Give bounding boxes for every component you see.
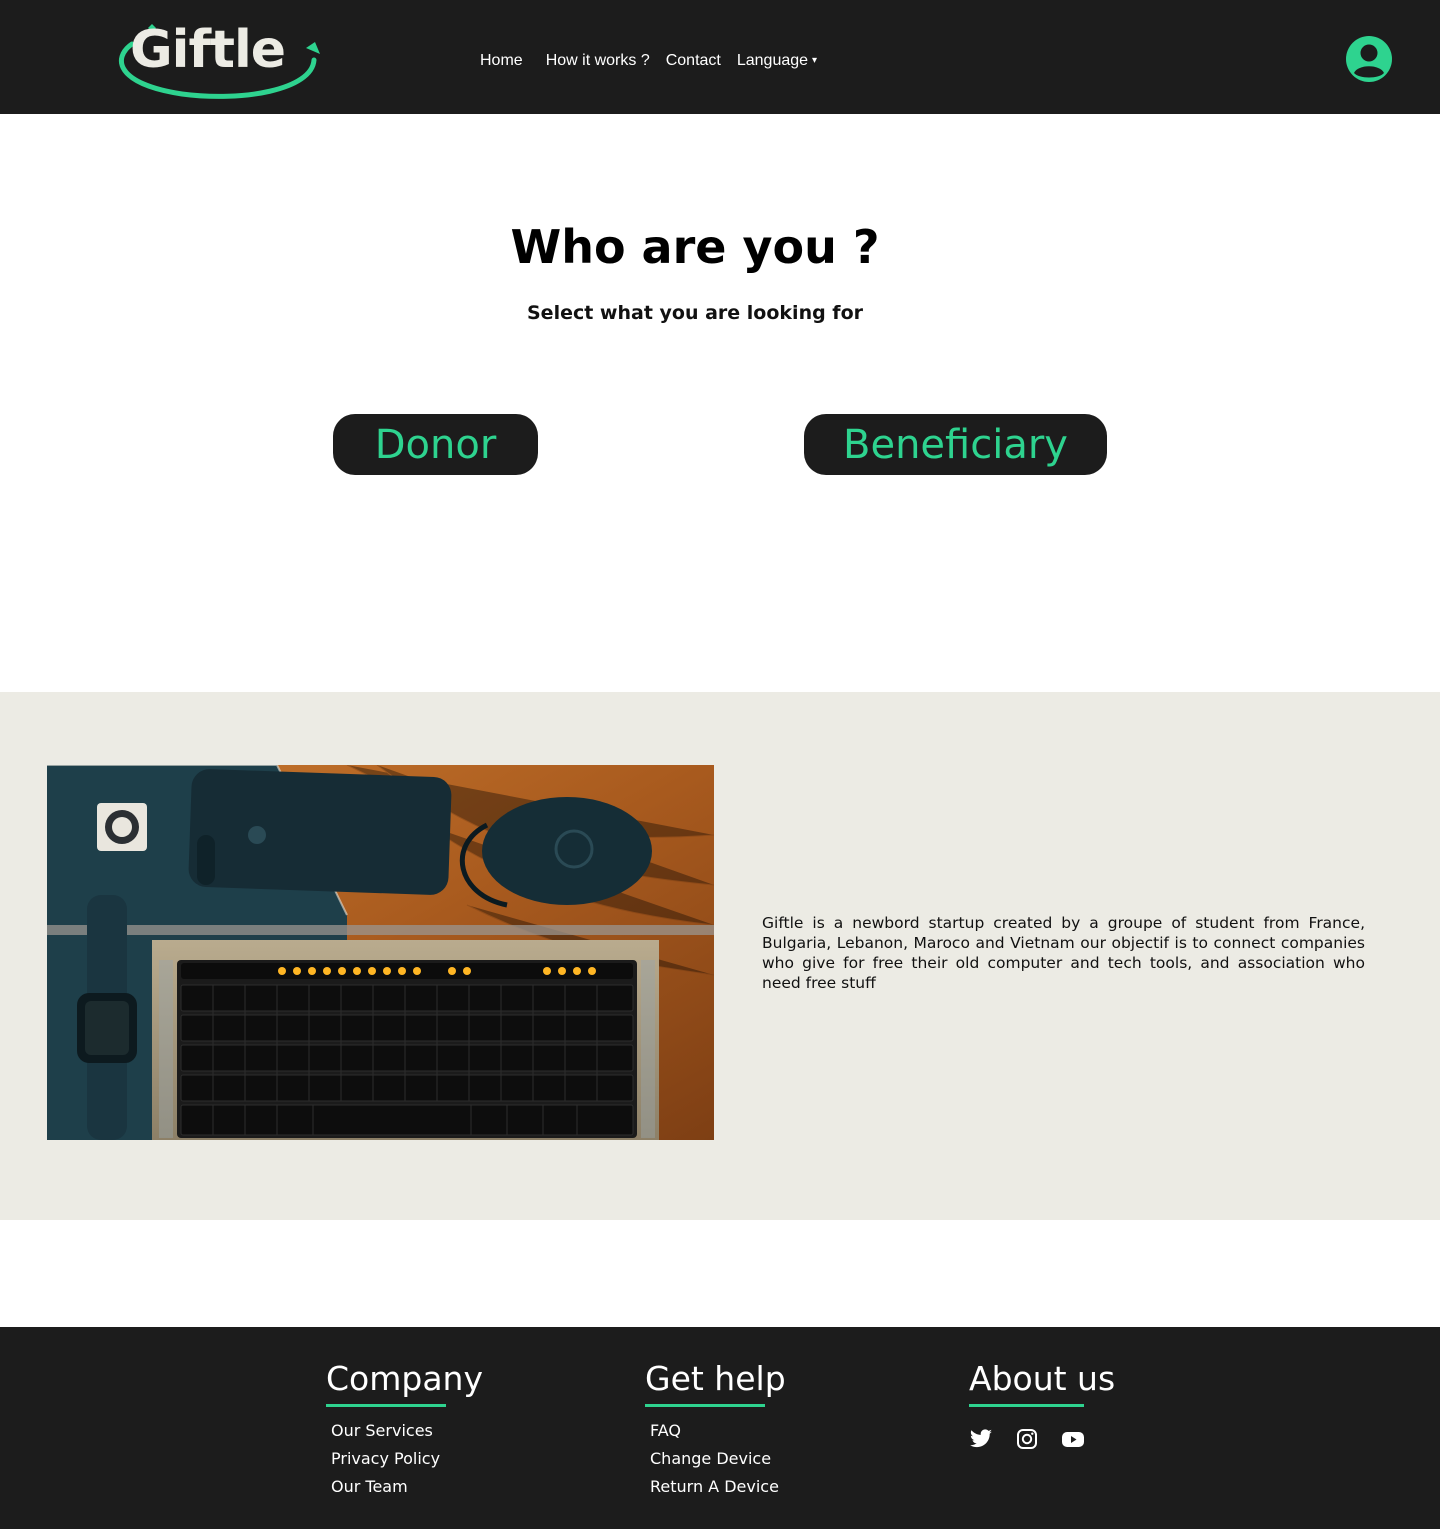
site-footer: Company Our Services Privacy Policy Our … [0,1327,1440,1529]
site-header: Giftle Home How it works ? Contact Langu… [0,0,1440,114]
footer-about-column: About us [969,1359,1115,1451]
footer-link-our-team[interactable]: Our Team [331,1473,483,1501]
about-description: Giftle is a newbord startup created by a… [762,914,1365,992]
footer-company-heading: Company [326,1359,483,1398]
instagram-icon[interactable] [1015,1427,1039,1451]
footer-help-column: Get help FAQ Change Device Return A Devi… [645,1359,786,1501]
chevron-down-icon: ▾ [812,55,818,67]
footer-about-heading: About us [969,1359,1116,1398]
main-nav: Home How it works ? Contact Language ▾ [480,52,817,70]
heading-underline [326,1404,446,1407]
footer-help-links: FAQ Change Device Return A Device [645,1417,786,1501]
user-account-icon[interactable] [1345,35,1393,83]
footer-link-change-device[interactable]: Change Device [650,1445,786,1473]
footer-link-our-services[interactable]: Our Services [331,1417,483,1445]
twitter-icon[interactable] [969,1427,993,1451]
social-links [969,1427,1115,1451]
page-subtitle: Select what you are looking for [527,302,863,324]
nav-how-it-works[interactable]: How it works ? [546,52,650,70]
footer-company-links: Our Services Privacy Policy Our Team [326,1417,483,1501]
heading-underline [645,1404,765,1407]
youtube-icon[interactable] [1061,1427,1085,1451]
footer-help-heading: Get help [645,1359,786,1398]
tech-devices-photo [47,765,714,1140]
footer-company-column: Company Our Services Privacy Policy Our … [326,1359,483,1501]
footer-link-return-device[interactable]: Return A Device [650,1473,786,1501]
nav-home[interactable]: Home [480,52,523,70]
nav-contact[interactable]: Contact [666,52,721,70]
footer-link-faq[interactable]: FAQ [650,1417,786,1445]
logo-text: Giftle [130,20,286,80]
nav-language-dropdown[interactable]: Language ▾ [737,52,817,70]
donor-button[interactable]: Donor [333,414,538,475]
about-section: Giftle is a newbord startup created by a… [0,692,1440,1220]
footer-link-privacy-policy[interactable]: Privacy Policy [331,1445,483,1473]
nav-language-label: Language [736,52,809,69]
giftle-logo[interactable]: Giftle [112,18,322,100]
heading-underline [969,1404,1084,1407]
page-title: Who are you ? [510,220,880,274]
beneficiary-button[interactable]: Beneficiary [804,414,1107,475]
